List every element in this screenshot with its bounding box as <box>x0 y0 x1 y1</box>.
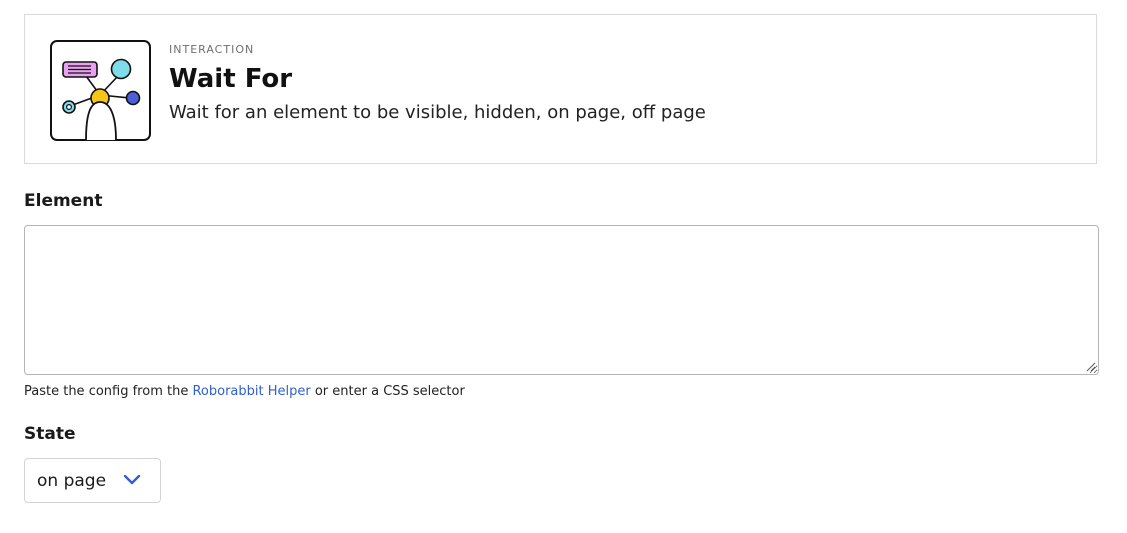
element-help-text: Paste the config from the Roborabbit Hel… <box>24 383 465 401</box>
chevron-down-icon <box>123 474 141 485</box>
help-text-prefix: Paste the config from the <box>24 384 193 399</box>
roborabbit-helper-link[interactable]: Roborabbit Helper <box>192 384 310 399</box>
state-select[interactable]: on page <box>24 458 161 503</box>
step-description: Wait for an element to be visible, hidde… <box>169 102 706 123</box>
element-textarea[interactable] <box>24 225 1099 375</box>
resize-handle-icon[interactable] <box>1085 361 1096 372</box>
step-header-text: INTERACTION Wait For Wait for an element… <box>169 43 706 125</box>
wait-for-interaction-icon <box>50 40 151 141</box>
element-field-label: Element <box>24 191 103 211</box>
step-title: Wait For <box>169 64 293 94</box>
step-header-card: INTERACTION Wait For Wait for an element… <box>24 14 1097 164</box>
state-selected-value: on page <box>37 470 107 491</box>
state-field-label: State <box>24 424 76 444</box>
help-text-suffix: or enter a CSS selector <box>310 384 465 399</box>
step-category: INTERACTION <box>169 43 255 56</box>
